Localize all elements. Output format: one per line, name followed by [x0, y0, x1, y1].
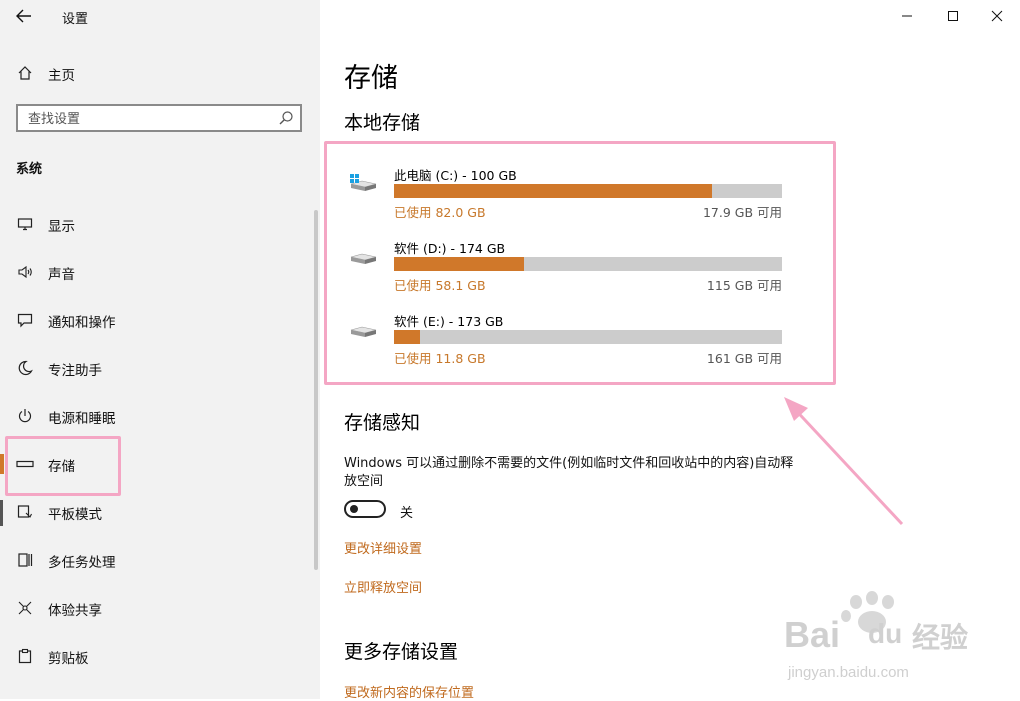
free-space: 17.9 GB 可用: [702, 205, 782, 220]
sidebar-item-notifications[interactable]: 通知和操作: [0, 298, 316, 342]
drive-icon: [348, 244, 378, 266]
free-space: 115 GB 可用: [706, 278, 782, 293]
watermark-brand-du: du: [868, 618, 903, 649]
close-button[interactable]: [974, 0, 1020, 32]
sidebar-item-home[interactable]: 主页: [0, 51, 316, 95]
search-input[interactable]: [26, 109, 270, 129]
speaker-icon: [16, 263, 34, 281]
moon-icon: [16, 359, 34, 377]
sidebar-item-clipboard[interactable]: 剪贴板: [0, 634, 316, 678]
sidebar-item-power[interactable]: 电源和睡眠: [0, 394, 316, 438]
used-space: 已使用 11.8 GB: [394, 351, 486, 366]
save-location-link[interactable]: 更改新内容的保存位置: [344, 682, 474, 701]
share-icon: [16, 599, 34, 617]
minimize-icon: [902, 15, 912, 17]
watermark-url: jingyan.baidu.com: [788, 664, 909, 681]
multitask-icon: [16, 551, 34, 569]
free-space-now-link[interactable]: 立即释放空间: [344, 577, 422, 596]
sidebar-item-label: 主页: [48, 68, 75, 84]
sidebar-item-label: 多任务处理: [48, 555, 116, 571]
sidebar-item-label: 通知和操作: [48, 315, 116, 331]
sidebar-item-label: 显示: [48, 219, 75, 235]
clipboard-icon: [16, 647, 34, 665]
storage-sense-description: Windows 可以通过删除不需要的文件(例如临时文件和回收站中的内容)自动释放…: [344, 456, 794, 489]
drive-icon: [348, 317, 378, 339]
sidebar-item-sound[interactable]: 声音: [0, 250, 316, 294]
monitor-icon: [16, 215, 34, 233]
drive-name: 软件 (E:) - 173 GB: [394, 314, 504, 329]
maximize-icon: [948, 11, 958, 21]
drive-e[interactable]: 软件 (E:) - 173 GB 已使用 11.8 GB 161 GB 可用: [344, 311, 784, 371]
sidebar-item-label: 剪贴板: [48, 651, 89, 667]
used-space: 已使用 58.1 GB: [394, 278, 486, 293]
power-icon: [16, 407, 34, 425]
app-title: 设置: [62, 12, 89, 27]
section-label: 系统: [16, 162, 43, 177]
back-button[interactable]: [10, 4, 38, 28]
close-icon: [991, 10, 1003, 22]
sidebar-item-tablet-mode[interactable]: 平板模式: [0, 490, 316, 534]
watermark-cn: 经验: [912, 621, 969, 654]
minimize-button[interactable]: [884, 0, 930, 32]
drive-name: 此电脑 (C:) - 100 GB: [394, 168, 517, 183]
edge-mark: [0, 500, 3, 526]
sidebar-item-label: 平板模式: [48, 507, 102, 523]
search-icon[interactable]: [278, 110, 294, 126]
tablet-icon: [16, 503, 34, 521]
usage-bar-fill: [394, 257, 524, 271]
usage-bar: [394, 257, 782, 271]
maximize-button[interactable]: [930, 0, 976, 32]
sidebar-item-shared-experiences[interactable]: 体验共享: [0, 586, 316, 630]
home-icon: [16, 64, 34, 82]
sidebar-item-multitasking[interactable]: 多任务处理: [0, 538, 316, 582]
watermark-brand: Bai: [784, 614, 841, 655]
used-space: 已使用 82.0 GB: [394, 205, 486, 220]
change-settings-link[interactable]: 更改详细设置: [344, 538, 422, 557]
usage-bar: [394, 330, 782, 344]
usage-bar-fill: [394, 330, 421, 344]
search-box[interactable]: [16, 104, 302, 132]
more-storage-settings-title: 更多存储设置: [344, 641, 459, 663]
usage-bar-fill: [394, 184, 713, 198]
sidebar-item-label: 声音: [48, 267, 75, 283]
sidebar: 设置 主页 系统 显示 声音 通知和操作 专注助手: [0, 0, 320, 699]
toggle-knob: [350, 505, 358, 513]
local-storage-title: 本地存储: [344, 112, 421, 134]
sidebar-item-focus-assist[interactable]: 专注助手: [0, 346, 316, 390]
windows-drive-icon: [348, 171, 378, 193]
free-space: 161 GB 可用: [706, 351, 782, 366]
sidebar-item-label: 专注助手: [48, 363, 102, 379]
back-arrow-icon: [16, 9, 31, 23]
drive-c[interactable]: 此电脑 (C:) - 100 GB 已使用 82.0 GB 17.9 GB 可用: [344, 165, 784, 225]
highlight-box: [5, 436, 121, 496]
page-title: 存储: [344, 63, 398, 94]
notification-icon: [16, 311, 34, 329]
selection-indicator: [0, 454, 4, 474]
sidebar-item-label: 电源和睡眠: [48, 411, 116, 427]
sidebar-item-display[interactable]: 显示: [0, 202, 316, 246]
drive-name: 软件 (D:) - 174 GB: [394, 241, 506, 256]
toggle-state-label: 关: [400, 506, 414, 521]
storage-sense-title: 存储感知: [344, 412, 421, 434]
baidu-watermark: Bai du 经验 jingyan.baidu.com: [784, 588, 974, 688]
drive-d[interactable]: 软件 (D:) - 174 GB 已使用 58.1 GB 115 GB 可用: [344, 238, 784, 298]
usage-bar: [394, 184, 782, 198]
sidebar-scrollbar[interactable]: [314, 210, 318, 570]
storage-sense-toggle[interactable]: [344, 500, 386, 518]
sidebar-item-label: 体验共享: [48, 603, 102, 619]
